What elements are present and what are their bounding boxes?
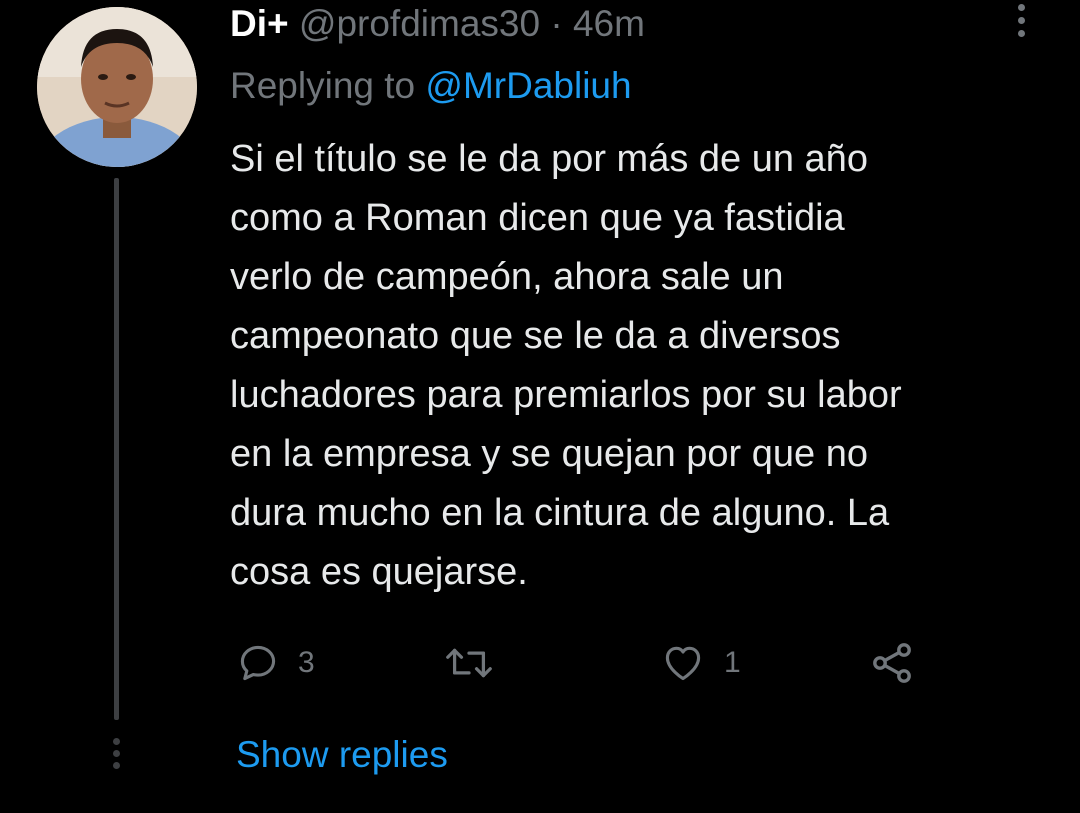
show-replies-link[interactable]: Show replies [236,731,448,779]
reply-button[interactable]: 3 [236,638,315,688]
reply-icon [240,645,276,681]
tweet-text-line: dura mucho en la cintura de alguno. La [230,492,890,534]
tweet-text: Si el título se le da por más de un año … [230,130,1030,602]
display-name[interactable]: Di+ [230,3,289,44]
tweet-text-line: campeonato que se le da a diversos [230,315,841,357]
avatar[interactable] [37,7,197,167]
tweet-text-line: cosa es quejarse. [230,551,528,593]
share-button[interactable] [868,638,916,688]
reply-count: 3 [298,646,315,679]
user-handle[interactable]: @profdimas30 [299,3,540,44]
tweet-text-line: verlo de campeón, ahora sale un [230,256,784,298]
replying-prefix: Replying to [230,65,416,106]
retweet-icon [446,648,492,678]
tweet-header: Di+ @profdimas30 · 46m [230,0,645,48]
tweet-actions: 3 1 [0,638,1080,688]
like-count: 1 [724,646,741,679]
heart-icon [665,646,701,681]
thread-ellipsis-dots [112,738,121,772]
tweet-text-line: como a Roman dicen que ya fastidia [230,197,845,239]
header-separator: · [550,3,563,44]
share-icon [873,643,911,683]
tweet-text-line: Si el título se le da por más de un año [230,138,868,180]
replying-to-line: Replying to @MrDabliuh [230,62,632,110]
tweet-text-line: en la empresa y se quejan por que no [230,433,868,475]
more-vertical-icon[interactable] [1008,4,1034,44]
tweet-timestamp[interactable]: 46m [573,3,645,44]
tweet-text-line: luchadores para premiarlos por su labor [230,374,902,416]
retweet-button[interactable] [442,638,514,688]
avatar-photo [37,7,197,167]
like-button[interactable]: 1 [660,638,741,688]
replying-to-mention[interactable]: @MrDabliuh [425,65,631,106]
